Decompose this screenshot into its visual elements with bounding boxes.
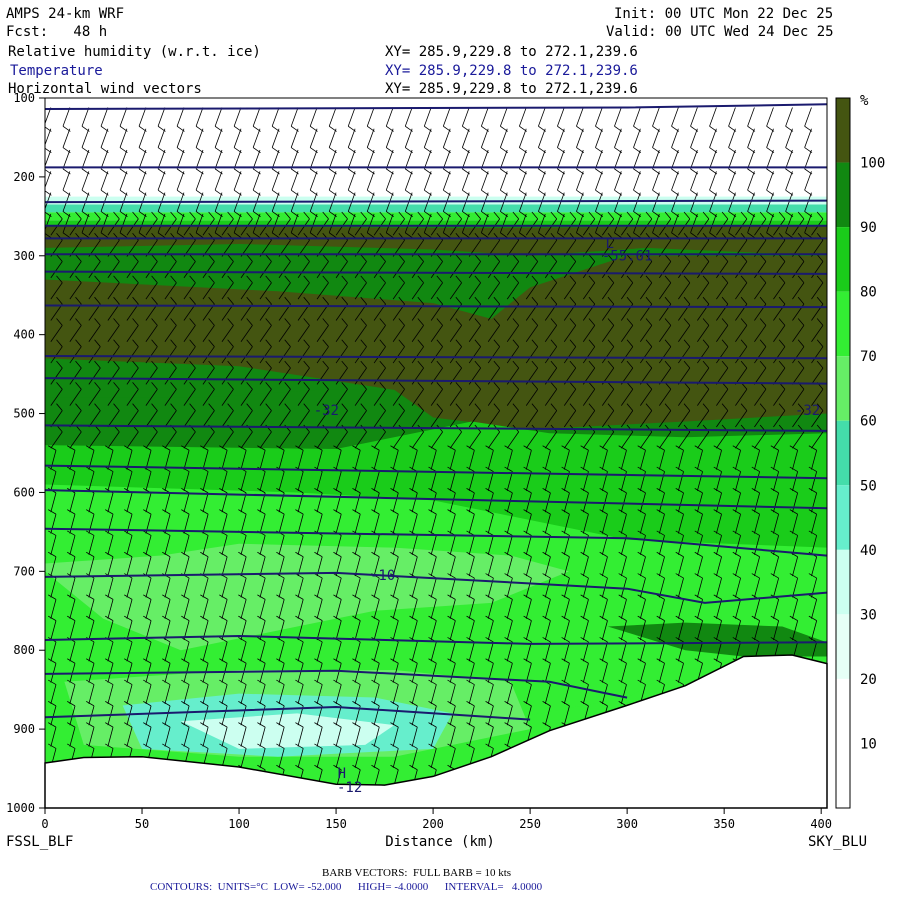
colorbar-tick-label: 100 [860,156,885,172]
x-tick-label: 0 [41,817,48,831]
colorbar-swatch [836,678,850,744]
colorbar-tick-label: 90 [860,220,877,236]
contour-annotation: -10 [370,568,395,584]
colorbar-swatch [836,227,850,292]
colorbar-swatch [836,549,850,615]
y-tick-label: 100 [13,91,35,105]
colorbar-tick-label: 80 [860,285,877,301]
x-tick-label: 300 [616,817,638,831]
x-tick-label: 200 [422,817,444,831]
contour-annotation: -55.61 [602,249,653,265]
barb-legend: BARB VECTORS: FULL BARB = 10 kts [322,867,512,879]
contour-annotation: -32 [795,403,820,419]
x-tick-label: 150 [325,817,347,831]
x-tick-label: 400 [810,817,832,831]
colorbar-unit: % [860,93,869,109]
colorbar-swatch [836,162,850,228]
y-tick-label: 600 [13,485,35,499]
contour-annotation: -32 [314,403,339,419]
colorbar-tick-label: 10 [860,736,877,752]
colorbar-swatch [836,356,850,421]
rh-band-3 [45,212,827,221]
right-endpoint-label: SKY_BLU [808,834,868,850]
y-tick-label: 800 [13,643,35,657]
colorbar-swatch [836,743,850,808]
colorbar-swatch [836,614,850,679]
colorbar-swatch [836,291,850,357]
y-tick-label: 200 [13,170,35,184]
colorbar-tick-label: 40 [860,543,877,559]
contour-annotation: -12 [337,780,362,796]
colorbar-tick-label: 50 [860,478,877,494]
cross-section-chart: L-55.61-32 -32-10H-12 0 50 100 150 200 250 300 3… [6,91,885,850]
x-tick-label: 100 [228,817,250,831]
x-tick-label: 350 [713,817,735,831]
y-tick-label: 900 [13,722,35,736]
colorbar-tick-label: 20 [860,672,877,688]
y-tick-label: 400 [13,328,35,342]
x-tick-label: 250 [519,817,541,831]
colorbar-swatch [836,485,850,550]
y-tick-label: 500 [13,407,35,421]
colorbar: 10 20 30 40 50 60 70 80 90 100% [835,93,885,809]
colorbar-tick-label: 60 [860,414,877,430]
colorbar-tick-label: 30 [860,607,877,623]
x-axis-label: Distance (km) [385,834,495,850]
x-tick-label: 50 [135,817,149,831]
y-tick-label: 1000 [6,801,35,815]
y-tick-label: 300 [13,249,35,263]
left-endpoint-label: FSSL_BLF [6,834,74,850]
colorbar-swatch [836,98,850,163]
colorbar-swatch [836,420,850,486]
colorbar-tick-label: 70 [860,349,877,365]
y-tick-label: 700 [13,564,35,578]
contour-legend: CONTOURS: UNITS=°C LOW= -52.000 HIGH= -4… [150,881,543,893]
